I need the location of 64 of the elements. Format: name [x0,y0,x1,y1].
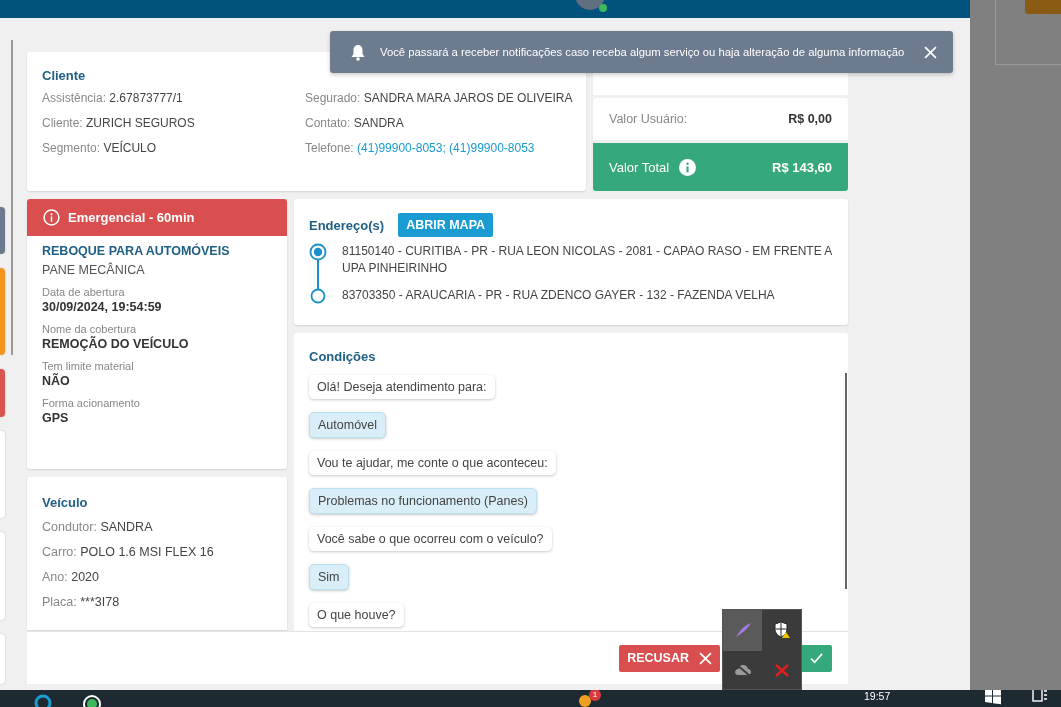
route-line [317,260,319,292]
cloud-off-icon[interactable] [733,662,752,677]
info-field: Telefone: (41)99900-8053; (41)99900-8053 [305,141,573,166]
weather-icon[interactable] [578,692,592,707]
notification-badge: 1 [589,690,601,701]
service-title: REBOQUE PARA AUTOMÓVEIS [42,244,231,258]
open-map-button[interactable]: ABRIR MAPA [398,213,494,237]
bell-icon [350,43,366,61]
info-field: Placa: ***3I78 [42,595,272,620]
total-amount: R$ 143,60 [772,159,832,175]
detail-value: REMOÇÃO DO VEÍCULO [42,337,190,351]
clock-time[interactable]: 19:57 [864,690,891,702]
side-card-edge[interactable] [0,207,5,254]
check-icon [809,651,823,665]
bot-message: Olá! Deseja atendimento para: [309,375,495,399]
task-view-icon[interactable] [1032,690,1048,703]
detail-label: Forma acionamento [42,397,141,409]
section-title: Condições [309,349,377,364]
service-subtitle: PANE MECÂNICA [42,263,146,277]
shield-warning-icon[interactable] [772,621,791,640]
scrollbar[interactable] [845,373,847,589]
info-icon[interactable] [679,158,697,176]
bot-message: Vou te ajudar, me conte o que aconteceu: [309,451,556,475]
address-text: 81150140 - CURITIBA - PR - RUA LEON NICOLAS - 2081 - CAPAO RASO - EM FRENTE A UPA PINHEIRINHO [342,243,833,277]
close-icon[interactable] [924,45,937,59]
info-field: Segurado: SANDRA MARA JAROS DE OLIVEIRA [305,91,573,116]
info-field: Assistência: 2.67873777/1 [42,91,305,116]
total-label: Valor Total [609,159,670,175]
section-title: Cliente [42,68,87,83]
section-title: Veículo [42,495,89,510]
info-field: Ano: 2020 [42,570,272,595]
info-field: Carro: POLO 1.6 MSI FLEX 16 [42,545,272,570]
answer-chip: Automóvel [309,412,387,438]
info-field: Contato: SANDRA [305,116,573,141]
detail-label: Data de abertura [42,286,126,298]
accept-button[interactable] [800,644,832,672]
info-field: Segmento: VEÍCULO [42,141,305,166]
info-icon [43,209,60,226]
info-field: Condutor: SANDRA [42,520,272,545]
info-field: Cliente: ZURICH SEGUROS [42,116,305,141]
detail-label: Tem limite material [42,360,135,372]
answer-chip: Problemas no funcionamento (Panes) [309,488,537,514]
close-icon [699,651,712,665]
section-title: Endereço(s) [309,217,385,233]
side-card-edge[interactable] [0,634,5,684]
side-card-edge[interactable] [0,369,5,417]
detail-value: 30/09/2024, 19:54:59 [42,300,163,314]
priority-label: Emergencial - 60min [68,210,195,225]
feather-icon[interactable] [733,622,752,639]
detail-value: NÃO [42,374,71,388]
notification-text: Você passará a receber notificações caso receba algum serviço ou haja alteração de alguma informação [380,46,906,58]
scrollbar[interactable] [11,40,13,355]
address-text: 83703350 - ARAUCARIA - PR - RUA ZDENCO GAYER - 132 - FAZENDA VELHA [342,287,776,304]
bot-message: O que houve? [309,603,404,627]
origin-marker-icon [309,243,327,261]
bot-message: Você sabe o que ocorreu com o veículo? [309,527,552,551]
reject-button[interactable]: RECUSAR [619,644,720,672]
destination-marker-icon [309,287,327,305]
answer-chip: Sim [309,564,349,590]
value-label: Valor Usuário: [609,112,688,126]
detail-label: Nome da cobertura [42,323,138,335]
detail-value: GPS [42,411,70,425]
value-amount: R$ 0,00 [788,112,832,126]
windows-icon[interactable] [984,690,1002,705]
